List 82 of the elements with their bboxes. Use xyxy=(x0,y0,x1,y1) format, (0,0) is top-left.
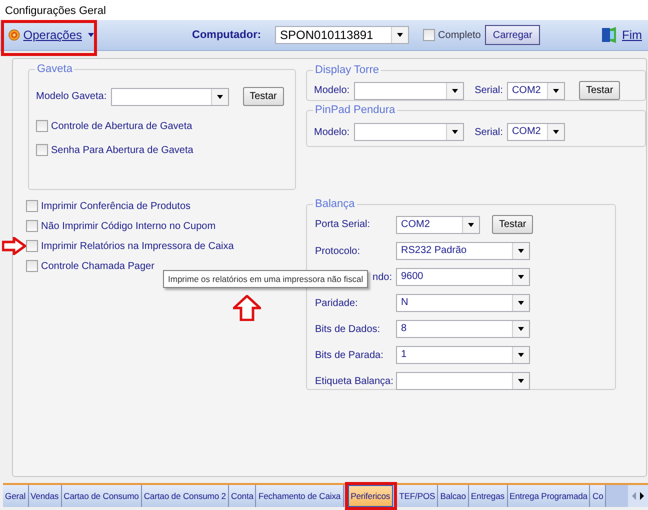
checkbox[interactable] xyxy=(36,120,48,132)
window-title: Configurações Geral xyxy=(0,0,648,20)
field-label: Etiqueta Balança: xyxy=(315,376,394,386)
load-button[interactable]: Carregar xyxy=(484,25,540,45)
tab[interactable]: Vendas xyxy=(28,485,62,507)
tab[interactable]: Cartao de Consumo 2 xyxy=(142,485,229,507)
checkbox-label: Imprimir Relatórios na Impressora de Caixa xyxy=(41,240,234,252)
dropdown-field[interactable]: 8 xyxy=(396,320,530,338)
caret-icon xyxy=(518,275,524,279)
field-label: Serial: xyxy=(474,126,503,138)
highlight-frame xyxy=(345,482,397,510)
tab[interactable]: Balcao xyxy=(438,485,469,507)
checkbox[interactable] xyxy=(36,144,48,156)
dropdown-field[interactable]: 9600 xyxy=(396,268,530,286)
checkbox[interactable] xyxy=(26,240,38,252)
checkbox[interactable] xyxy=(423,29,436,41)
caret-icon xyxy=(452,130,458,134)
tab[interactable]: Perifericos xyxy=(348,485,394,507)
caret-icon xyxy=(468,222,474,226)
checkbox[interactable] xyxy=(26,220,38,232)
checkbox-label: Controle Chamada Pager xyxy=(41,260,154,272)
tab[interactable]: TEF/POS xyxy=(397,485,438,507)
checkbox[interactable] xyxy=(26,200,38,212)
test-button[interactable]: Testar xyxy=(578,81,620,100)
caret-icon xyxy=(518,301,524,305)
dropdown-field[interactable] xyxy=(396,372,530,390)
group-title: Display Torre xyxy=(313,64,381,76)
exit-button[interactable]: Fim xyxy=(600,26,642,44)
caret-icon xyxy=(518,379,524,383)
field-label: Porta Serial: xyxy=(315,219,370,230)
tooltip: Imprime os relatórios em uma impressora não fiscal xyxy=(163,270,368,288)
group-title: PinPad Pendura xyxy=(313,104,398,116)
caret-icon xyxy=(552,130,559,134)
dropdown-field[interactable]: RS232 Padrão xyxy=(396,242,530,260)
group-title: Balança xyxy=(313,198,357,210)
field-label: Serial: xyxy=(474,85,503,96)
checkbox-label: Completo xyxy=(438,30,481,40)
dropdown-field[interactable]: N xyxy=(396,294,530,312)
test-button[interactable]: Testar xyxy=(242,87,284,106)
dropdown-field[interactable]: COM2 xyxy=(396,216,480,234)
door-icon xyxy=(600,26,618,44)
checkbox-label: Não Imprimir Código Interno no Cupom xyxy=(41,220,216,232)
checkbox-label: Senha Para Abertura de Gaveta xyxy=(51,144,194,156)
caret-icon xyxy=(518,249,524,253)
dropdown-field[interactable]: COM2 xyxy=(506,123,565,141)
field-label: Modelo Gaveta: xyxy=(36,91,107,102)
tab[interactable]: Cartao de Consumo xyxy=(62,485,142,507)
dropdown-field[interactable]: 1 xyxy=(396,346,530,364)
up-arrow-icon xyxy=(233,295,261,321)
group-title: Gaveta xyxy=(35,63,74,75)
dropdown-field[interactable]: COM2 xyxy=(506,82,565,100)
caret-icon xyxy=(216,94,223,98)
dropdown-field[interactable] xyxy=(354,123,464,141)
dropdown-field[interactable]: SPON010113891 xyxy=(275,26,410,44)
caret-icon xyxy=(518,353,524,357)
field-label: Bits de Dados: xyxy=(315,324,380,334)
tab[interactable]: Conta xyxy=(229,485,256,507)
field-label: Protocolo: xyxy=(315,246,360,256)
operations-menu-button[interactable]: Operações xyxy=(8,22,94,48)
caret-icon xyxy=(397,33,404,37)
field-label: Paridade: xyxy=(315,298,358,308)
tab[interactable]: Co xyxy=(590,485,606,507)
caret-icon xyxy=(518,327,524,331)
dropdown-field[interactable] xyxy=(354,82,464,100)
dropdown-field[interactable] xyxy=(110,88,229,106)
computer-label: Computador: xyxy=(192,29,262,41)
checkbox[interactable] xyxy=(26,260,38,272)
checkbox-label: Imprimir Conferência de Produtos xyxy=(41,200,191,212)
field-label: Modelo: xyxy=(314,85,350,96)
field-label: Modelo: xyxy=(314,126,350,138)
tab[interactable]: Geral xyxy=(3,485,29,507)
field-label: Bits de Parada: xyxy=(315,350,384,360)
caret-icon xyxy=(452,88,458,92)
tab[interactable]: Entrega Programada xyxy=(508,485,590,507)
tab[interactable]: Entregas xyxy=(468,485,508,507)
scroll-right-icon[interactable] xyxy=(640,492,644,500)
tab[interactable]: Fechamento de Caixa xyxy=(256,485,344,507)
caret-icon xyxy=(88,33,94,37)
checkbox-label: Controle de Abertura de Gaveta xyxy=(51,120,192,132)
test-button[interactable]: Testar xyxy=(492,215,534,234)
caret-icon xyxy=(552,88,559,92)
field-label: ndo: xyxy=(372,272,392,282)
